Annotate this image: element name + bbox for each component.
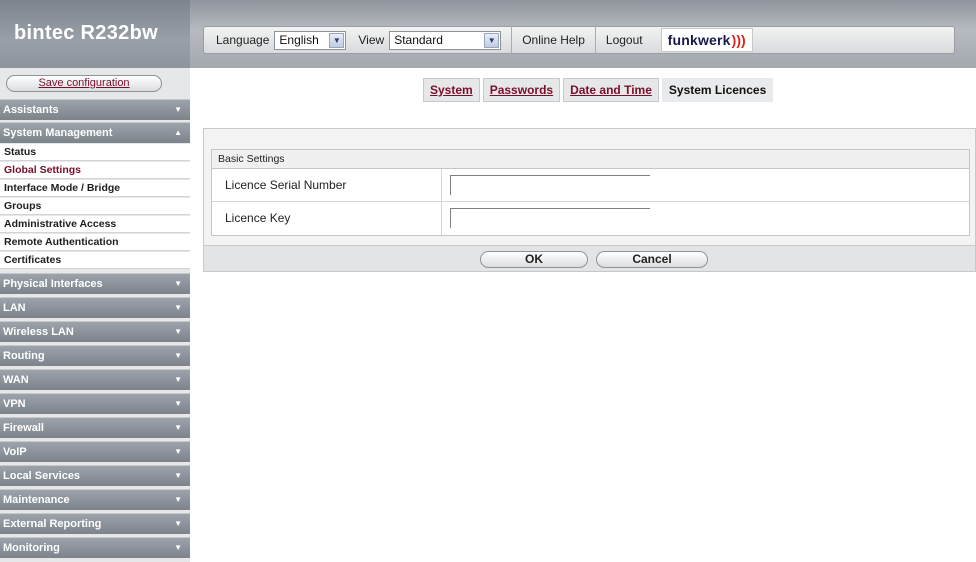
chevron-down-icon: ▼ [174,303,182,312]
menu-firewall[interactable]: Firewall ▼ [0,417,190,438]
chevron-down-icon[interactable]: ▼ [484,32,500,48]
submenu-status[interactable]: Status [0,144,190,161]
tab-system[interactable]: System [423,78,480,102]
menu-label: System Management [3,127,113,139]
chevron-down-icon: ▼ [174,327,182,336]
device-title: bintec R232bw [14,22,158,44]
menu-monitoring[interactable]: Monitoring ▼ [0,537,190,558]
chevron-up-icon: ▲ [174,128,182,137]
view-label: View [358,33,385,47]
menu-label: External Reporting [3,518,102,530]
chevron-down-icon[interactable]: ▼ [329,32,345,48]
submenu-administrative-access[interactable]: Administrative Access [0,216,190,233]
language-value: English [279,33,319,47]
field-cell [442,202,969,235]
save-configuration-button[interactable]: Save configuration [6,75,162,92]
content-panel: Basic Settings Licence Serial Number Lic… [203,128,976,272]
menu-label: LAN [3,302,26,314]
logo-mark: ))) [731,32,746,48]
chevron-down-icon: ▼ [174,399,182,408]
top-toolbar: Language English ▼ View Standard ▼ Onlin… [203,26,955,54]
chevron-down-icon: ▼ [174,495,182,504]
menu-label: Maintenance [3,494,70,506]
menu-assistants[interactable]: Assistants ▼ [0,99,190,120]
menu-routing[interactable]: Routing ▼ [0,345,190,366]
menu-vpn[interactable]: VPN ▼ [0,393,190,414]
header: bintec R232bw Language English ▼ View St… [0,0,976,68]
view-value: Standard [394,33,443,47]
submenu-interface-mode-bridge[interactable]: Interface Mode / Bridge [0,180,190,197]
menu-local-services[interactable]: Local Services ▼ [0,465,190,486]
funkwerk-logo: funkwerk ))) [660,28,753,52]
menu-wan[interactable]: WAN ▼ [0,369,190,390]
menu-label: Monitoring [3,542,60,554]
menu-physical-interfaces[interactable]: Physical Interfaces ▼ [0,273,190,294]
tab-system-licences[interactable]: System Licences [661,78,774,102]
section-title: Basic Settings [212,150,969,169]
licence-key-label: Licence Key [212,202,442,235]
tab-date-and-time[interactable]: Date and Time [563,78,659,102]
submenu-remote-authentication[interactable]: Remote Authentication [0,234,190,251]
menu-label: VoIP [3,446,27,458]
licence-serial-number-input[interactable] [450,175,650,195]
menu-external-reporting[interactable]: External Reporting ▼ [0,513,190,534]
chevron-down-icon: ▼ [174,375,182,384]
chevron-down-icon: ▼ [174,471,182,480]
menu-lan[interactable]: LAN ▼ [0,297,190,318]
logout-link[interactable]: Logout [596,33,653,47]
field-cell [442,169,969,201]
language-select[interactable]: English ▼ [274,30,347,50]
online-help-link[interactable]: Online Help [512,33,595,47]
chevron-down-icon: ▼ [174,543,182,552]
chevron-down-icon: ▼ [174,105,182,114]
submenu-groups[interactable]: Groups [0,198,190,215]
menu-label: Routing [3,350,45,362]
menu-wireless-lan[interactable]: Wireless LAN ▼ [0,321,190,342]
chevron-down-icon: ▼ [174,519,182,528]
menu-system-management[interactable]: System Management ▲ [0,122,190,143]
menu-label: Wireless LAN [3,326,74,338]
menu-label: Firewall [3,422,44,434]
chevron-down-icon: ▼ [174,351,182,360]
brand-area: bintec R232bw [0,0,190,68]
button-bar: OK Cancel [204,245,975,271]
menu-label: Local Services [3,470,81,482]
sidebar: Save configuration Assistants ▼ System Ma… [0,68,190,562]
submenu-global-settings[interactable]: Global Settings [0,162,190,179]
menu-maintenance[interactable]: Maintenance ▼ [0,489,190,510]
licence-serial-number-label: Licence Serial Number [212,169,442,201]
basic-settings-section: Basic Settings Licence Serial Number Lic… [211,149,970,236]
language-label: Language [216,33,270,47]
menu-label: Physical Interfaces [3,278,103,290]
chevron-down-icon: ▼ [174,447,182,456]
ok-button[interactable]: OK [480,251,588,268]
licence-key-input[interactable] [450,208,650,228]
tab-passwords[interactable]: Passwords [482,78,561,102]
menu-label: Assistants [3,104,59,116]
menu-label: VPN [3,398,26,410]
tab-bar: System Passwords Date and Time System Li… [423,78,774,102]
menu-label: WAN [3,374,29,386]
view-select[interactable]: Standard ▼ [389,30,502,50]
chevron-down-icon: ▼ [174,423,182,432]
menu-voip[interactable]: VoIP ▼ [0,441,190,462]
form-row: Licence Serial Number [212,169,969,202]
submenu-certificates[interactable]: Certificates [0,252,190,269]
logo-text: funkwerk [667,32,731,48]
form-row: Licence Key [212,202,969,235]
cancel-button[interactable]: Cancel [596,251,708,268]
chevron-down-icon: ▼ [174,279,182,288]
